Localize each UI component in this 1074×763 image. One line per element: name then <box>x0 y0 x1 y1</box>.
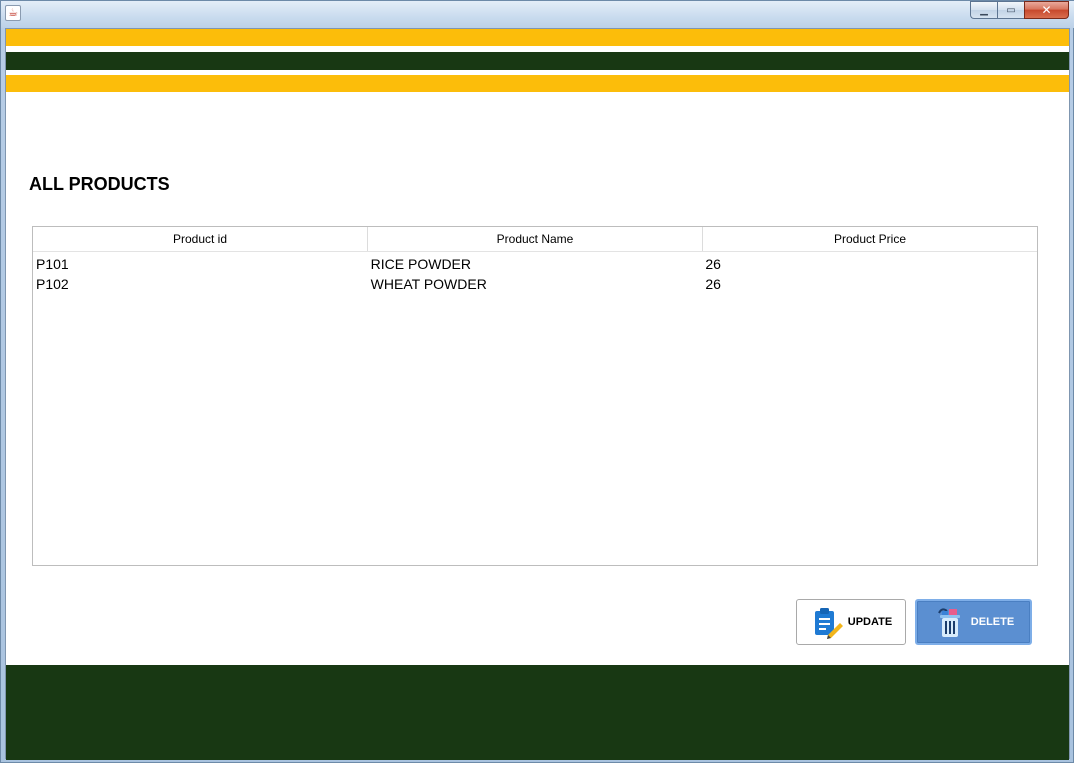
cell-product-id: P101 <box>36 256 69 272</box>
column-header-product-id[interactable]: Product id <box>33 227 368 251</box>
close-icon[interactable]: ✕ <box>1024 1 1069 19</box>
cell-product-name: RICE POWDER <box>370 256 472 272</box>
update-button[interactable]: UPDATE <box>796 599 906 645</box>
products-table[interactable]: Product id Product Name Product Price P1… <box>32 226 1038 566</box>
title-bar[interactable]: ☕ ▁ ▭ ✕ <box>1 1 1074 28</box>
column-header-product-price[interactable]: Product Price <box>703 227 1037 251</box>
delete-button-label: DELETE <box>970 616 1015 628</box>
header-stripe-green <box>6 52 1069 70</box>
delete-button[interactable]: DELETE <box>915 599 1032 645</box>
header-stripe-yellow-top <box>6 29 1069 46</box>
cell-product-id: P102 <box>36 276 69 292</box>
window-controls: ▁ ▭ ✕ <box>970 1 1069 19</box>
maximize-icon[interactable]: ▭ <box>997 1 1024 19</box>
trash-bin-icon <box>937 608 960 637</box>
table-body: P101 RICE POWDER 26 P102 WHEAT POWDER 26 <box>33 252 1037 294</box>
cell-product-price: 26 <box>705 276 721 292</box>
table-row[interactable]: P102 WHEAT POWDER 26 <box>33 274 1037 294</box>
app-window: ☕ ▁ ▭ ✕ ALL PRODUCTS Product id Product … <box>0 0 1074 763</box>
footer-bar <box>6 665 1069 760</box>
page-title: ALL PRODUCTS <box>29 174 170 194</box>
table-row[interactable]: P101 RICE POWDER 26 <box>33 254 1037 274</box>
cell-product-name: WHEAT POWDER <box>370 276 487 292</box>
client-area: ALL PRODUCTS Product id Product Name Pro… <box>5 28 1070 760</box>
table-header: Product id Product Name Product Price <box>33 227 1037 252</box>
minimize-icon[interactable]: ▁ <box>970 1 997 19</box>
column-header-product-name[interactable]: Product Name <box>368 227 703 251</box>
header-stripe-yellow-bottom <box>6 75 1069 92</box>
update-button-label: UPDATE <box>847 616 893 628</box>
clipboard-edit-icon <box>814 608 843 639</box>
cell-product-price: 26 <box>705 256 721 272</box>
java-icon[interactable]: ☕ <box>5 5 21 21</box>
